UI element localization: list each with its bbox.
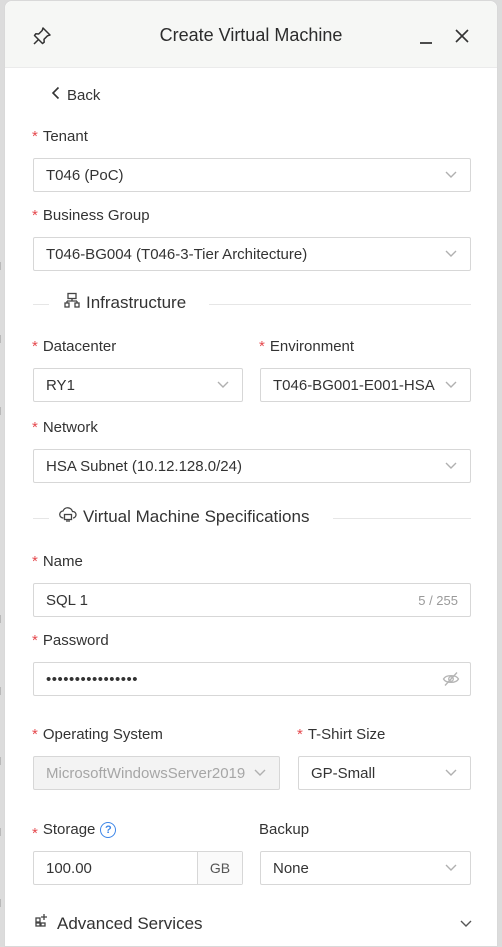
name-label: * Name <box>32 553 83 570</box>
backup-label: Backup <box>259 821 310 838</box>
network-label: * Network <box>32 419 98 436</box>
server-icon <box>64 292 80 313</box>
chevron-down-icon <box>445 769 457 776</box>
vm-spec-title: Virtual Machine Specifications <box>83 506 310 526</box>
chevron-down-icon <box>459 917 473 935</box>
tenant-label: * Tenant <box>32 128 88 145</box>
business-group-select[interactable]: T046-BG004 (T046-3-Tier Architecture) <box>33 237 471 271</box>
chevron-down-icon <box>445 250 457 257</box>
infrastructure-section: Infrastructure <box>33 292 471 316</box>
chevron-down-icon <box>217 381 229 388</box>
chevron-down-icon <box>445 171 457 178</box>
infrastructure-title: Infrastructure <box>86 292 187 312</box>
vm-cloud-icon <box>59 506 77 527</box>
chevron-left-icon <box>51 86 61 104</box>
storage-unit: GB <box>197 852 242 884</box>
tshirt-size-label: * T-Shirt Size <box>297 726 386 743</box>
name-char-counter: 5 / 255 <box>418 593 458 608</box>
back-link[interactable]: Back <box>51 86 100 104</box>
network-select[interactable]: HSA Subnet (10.12.128.0/24) <box>33 449 471 483</box>
password-label: * Password <box>32 632 109 649</box>
datacenter-label: * Datacenter <box>32 338 117 355</box>
storage-label: * Storage? <box>32 821 117 842</box>
advanced-services-toggle[interactable]: Advanced Services <box>33 911 473 937</box>
business-group-label: * Business Group <box>32 207 150 224</box>
chevron-down-icon <box>254 769 266 776</box>
chevron-down-icon <box>445 381 457 388</box>
datacenter-select[interactable]: RY1 <box>33 368 243 402</box>
create-vm-dialog: Create Virtual Machine Back * Tenant T046… <box>4 0 498 947</box>
os-label: * Operating System <box>32 726 163 743</box>
back-label: Back <box>67 86 101 104</box>
tshirt-size-select[interactable]: GP-Small <box>298 756 471 790</box>
name-input[interactable]: SQL 1 5 / 255 <box>33 583 471 617</box>
close-icon[interactable] <box>451 25 473 47</box>
advanced-services-title: Advanced Services <box>57 914 203 933</box>
password-input[interactable]: •••••••••••••••• <box>33 662 471 696</box>
tenant-select[interactable]: T046 (PoC) <box>33 158 471 192</box>
storage-input[interactable]: 100.00 GB <box>33 851 243 885</box>
help-icon[interactable]: ? <box>100 822 117 839</box>
minimize-icon[interactable] <box>415 25 437 47</box>
backup-select[interactable]: None <box>260 851 471 885</box>
services-icon <box>35 913 49 932</box>
dialog-header: Create Virtual Machine <box>5 1 497 68</box>
os-select[interactable]: MicrosoftWindowsServer2019 <box>33 756 280 790</box>
vm-spec-section: Virtual Machine Specifications <box>33 506 471 530</box>
environment-label: * Environment <box>259 338 355 355</box>
chevron-down-icon <box>445 462 457 469</box>
chevron-down-icon <box>445 864 457 871</box>
eye-hidden-icon[interactable] <box>442 671 460 691</box>
environment-select[interactable]: T046-BG001-E001-HSA <box>260 368 471 402</box>
